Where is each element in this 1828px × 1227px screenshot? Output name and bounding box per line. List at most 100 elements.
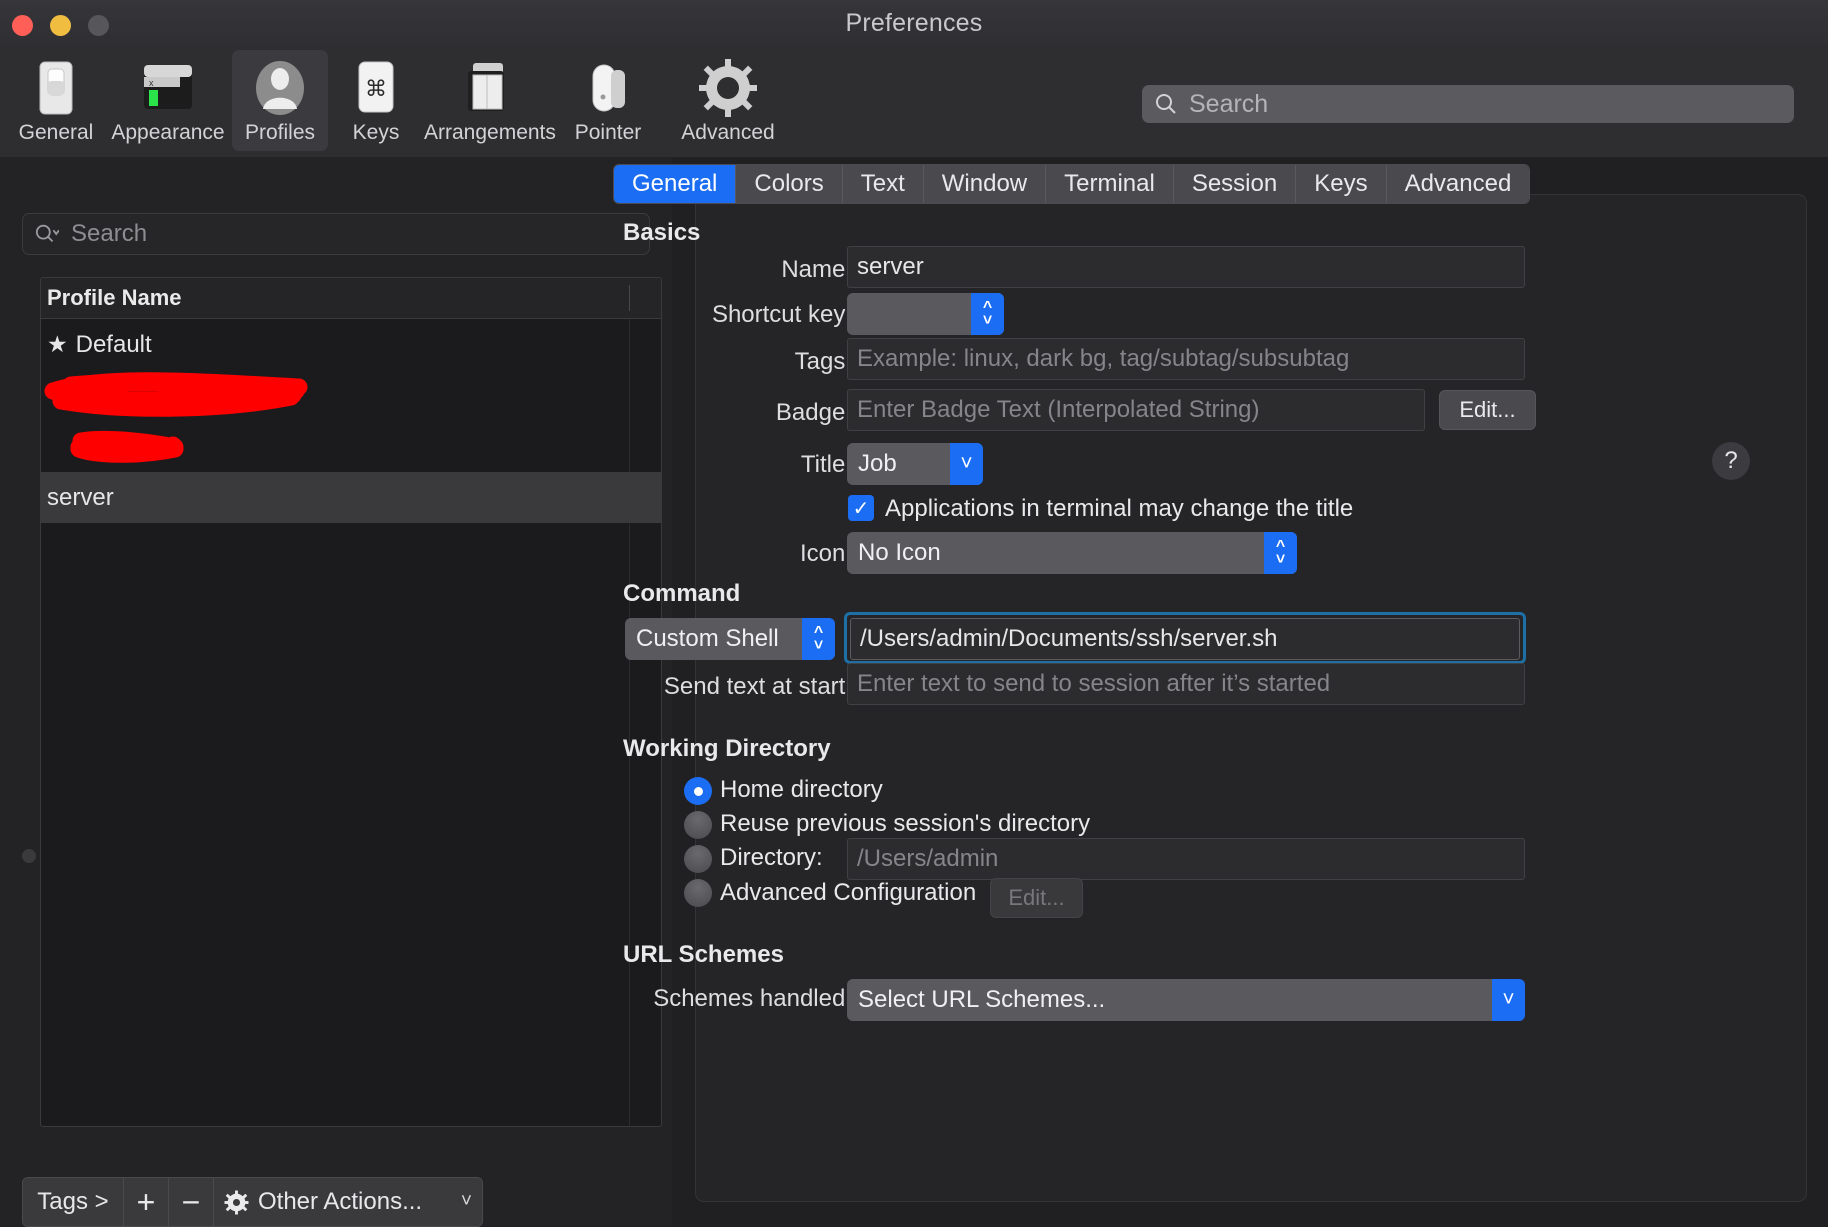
shell-type-value: Custom Shell <box>636 625 779 652</box>
toolbar-search-field[interactable]: Search <box>1142 85 1794 123</box>
tab-advanced[interactable]: Advanced <box>1386 165 1530 203</box>
remove-profile-button[interactable]: − <box>169 1178 214 1226</box>
default-star-icon: ★ <box>47 331 68 357</box>
toolbar-item-advanced[interactable]: Advanced <box>664 50 792 151</box>
icon-value: No Icon <box>858 539 941 566</box>
toolbar-item-arrangements[interactable]: Arrangements <box>424 50 556 151</box>
appearance-window-icon: x <box>104 57 232 119</box>
pointer-mouse-icon <box>552 57 664 119</box>
profile-search-input[interactable]: Search <box>22 213 650 255</box>
preferences-toolbar: General x Appearance Profiles ⌘ Keys Arr… <box>0 46 1828 158</box>
tab-label: Colors <box>754 170 824 197</box>
toolbar-item-appearance[interactable]: x Appearance <box>104 50 232 151</box>
table-row[interactable]: ★ Default <box>41 319 661 370</box>
toolbar-label-advanced: Advanced <box>681 121 775 144</box>
send-text-label: Send text at start: <box>663 673 852 700</box>
basics-heading: Basics <box>623 219 701 246</box>
schemes-handled-label: Schemes handled: <box>653 985 852 1012</box>
title-help-button[interactable]: ? <box>1712 442 1750 480</box>
keys-command-icon: ⌘ <box>328 57 424 119</box>
toolbar-item-pointer[interactable]: Pointer <box>552 50 664 151</box>
toolbar-search-placeholder: Search <box>1189 89 1269 118</box>
other-actions-label: Other Actions... <box>258 1188 423 1215</box>
tags-button-label: Tags > <box>37 1188 109 1215</box>
advanced-gear-icon <box>664 57 792 119</box>
stepper-arrows-icon: ^ ˅ <box>1264 532 1297 574</box>
tab-colors[interactable]: Colors <box>736 165 843 203</box>
radio-directory-label: Directory: <box>720 844 823 871</box>
question-mark-icon: ? <box>1724 447 1738 474</box>
minus-icon: − <box>181 1183 201 1220</box>
add-profile-button[interactable]: + <box>124 1178 169 1226</box>
schemes-handled-select[interactable]: Select URL Schemes... ˅ <box>847 979 1525 1021</box>
chevron-down-icon: ˅ <box>950 443 983 485</box>
title-select[interactable]: Job ˅ <box>847 443 983 485</box>
tags-button[interactable]: Tags > <box>23 1178 124 1226</box>
arrangements-windows-icon <box>424 57 552 119</box>
badge-edit-button[interactable]: Edit... <box>1439 390 1536 430</box>
schemes-handled-value: Select URL Schemes... <box>858 986 1106 1013</box>
toolbar-label-pointer: Pointer <box>574 121 642 144</box>
toolbar-label-keys: Keys <box>352 121 400 144</box>
table-row[interactable] <box>41 421 661 472</box>
working-directory-heading: Working Directory <box>623 735 831 762</box>
tab-general[interactable]: General <box>614 165 737 203</box>
stepper-arrows-icon: ^ ˅ <box>971 293 1004 335</box>
radio-home-directory[interactable] <box>684 777 712 805</box>
profile-list[interactable]: Profile Name ★ Default server <box>40 277 662 1127</box>
tags-label: Tags: <box>794 348 852 375</box>
toolbar-label-appearance: Appearance <box>111 121 225 144</box>
toolbar-label-profiles: Profiles <box>244 121 316 144</box>
general-switch-icon <box>8 57 104 119</box>
tab-label: Keys <box>1314 170 1368 197</box>
chevron-down-icon: ˅ <box>1492 979 1525 1021</box>
redaction-mark <box>44 372 308 417</box>
tab-text[interactable]: Text <box>842 165 924 203</box>
profile-search-placeholder: Search <box>71 220 148 247</box>
toolbar-item-profiles[interactable]: Profiles <box>232 50 328 151</box>
chevron-down-icon: ˅ <box>460 1191 472 1212</box>
command-heading: Command <box>623 580 741 607</box>
column-header-profile-name: Profile Name <box>47 285 182 310</box>
svg-text:⌘: ⌘ <box>365 77 387 102</box>
svg-text:x: x <box>149 78 154 88</box>
tab-window[interactable]: Window <box>923 165 1047 203</box>
search-icon <box>35 224 59 243</box>
profiles-person-icon <box>232 57 328 119</box>
icon-label: Icon: <box>799 540 852 567</box>
tab-label: Window <box>941 170 1028 197</box>
send-text-input[interactable]: Enter text to send to session after it’s… <box>847 663 1525 705</box>
toolbar-label-general: General <box>18 121 94 144</box>
tags-input[interactable]: Example: linux, dark bg, tag/subtag/subs… <box>847 338 1525 380</box>
shortcut-key-select[interactable]: ^ ˅ <box>847 293 1004 335</box>
name-input[interactable]: server <box>847 246 1525 288</box>
radio-reuse-previous[interactable] <box>684 811 712 839</box>
toolbar-item-keys[interactable]: ⌘ Keys <box>328 50 424 151</box>
radio-advanced-configuration[interactable] <box>684 879 712 907</box>
preferences-window: Preferences General x Appearance Profile… <box>0 0 1828 1227</box>
shell-type-select[interactable]: Custom Shell ^ ˅ <box>625 618 835 660</box>
title-bar: Preferences <box>0 0 1828 47</box>
profile-detail-pane: General Colors Text Window Terminal Sess… <box>613 157 1828 1226</box>
profile-name-label: server <box>47 483 114 511</box>
toolbar-item-general[interactable]: General <box>8 50 104 151</box>
radio-directory[interactable] <box>684 845 712 873</box>
tab-keys[interactable]: Keys <box>1296 165 1387 203</box>
directory-input[interactable]: /Users/admin <box>847 838 1525 880</box>
badge-label: Badge: <box>775 399 852 426</box>
table-row[interactable] <box>41 370 661 421</box>
tab-terminal[interactable]: Terminal <box>1046 165 1174 203</box>
stepper-arrows-icon: ^ ˅ <box>802 618 835 660</box>
profiles-sidebar: Search Profile Name ★ Default server Tag… <box>0 157 672 1227</box>
tab-session[interactable]: Session <box>1173 165 1297 203</box>
apps-change-title-checkbox[interactable]: ✓ <box>848 495 874 521</box>
badge-input[interactable]: Enter Badge Text (Interpolated String) <box>847 389 1425 431</box>
tab-label: Text <box>860 170 905 197</box>
advanced-config-edit-button[interactable]: Edit... <box>990 878 1083 918</box>
table-row[interactable]: server <box>41 472 661 523</box>
icon-select[interactable]: No Icon ^ ˅ <box>847 532 1297 574</box>
other-actions-button[interactable]: Other Actions... ˅ <box>214 1178 482 1226</box>
sidebar-splitter-handle[interactable] <box>22 849 36 863</box>
gear-icon <box>224 1190 249 1214</box>
command-input[interactable]: /Users/admin/Documents/ssh/server.sh <box>850 618 1520 660</box>
